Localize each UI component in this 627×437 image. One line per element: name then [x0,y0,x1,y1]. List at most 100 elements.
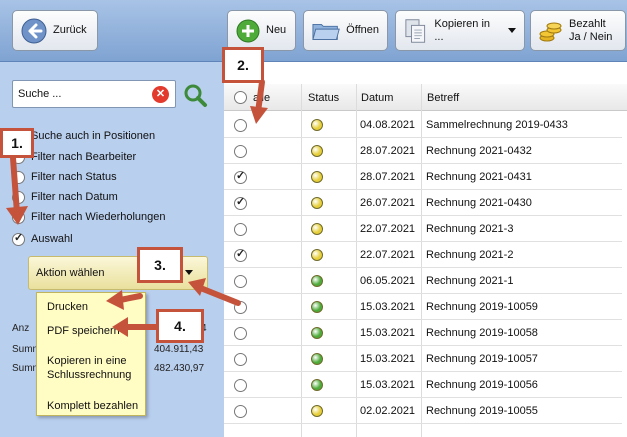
row-subject: Rechnung 2021-0432 [426,145,532,157]
menu-item-copy-final-invoice[interactable]: Kopieren in eine Schlussrechnung [47,354,139,382]
row-checkbox[interactable] [234,169,247,184]
table-row[interactable]: 04.08.2021 Sammelrechnung 2019-0433 [224,112,622,138]
folder-icon [312,23,340,40]
status-indicator [311,119,323,131]
paid-toggle-button[interactable]: Bezahlt Ja / Nein [530,10,626,51]
row-date: 22.07.2021 [360,223,416,235]
row-checkbox[interactable] [234,379,247,392]
row-subject: Rechnung 2021-3 [426,223,514,235]
row-checkbox[interactable] [234,119,247,132]
table-row[interactable]: 15.03.2021 Rechnung 2019-10058 [224,320,622,346]
option-filter-date[interactable]: Filter nach Datum [12,189,118,205]
clear-search-icon[interactable]: ✕ [152,86,169,103]
back-button[interactable]: Zurück [12,10,98,51]
option-checkbox[interactable] [12,190,25,204]
option-label: Filter nach Status [31,171,117,183]
header-select-all[interactable]: alle [253,92,270,104]
row-subject: Rechnung 2019-10055 [426,405,538,417]
coins-icon [539,22,562,41]
row-date: 22.07.2021 [360,249,416,261]
option-filter-status[interactable]: Filter nach Status [12,169,117,185]
option-label: Filter nach Datum [31,191,118,203]
header-subject[interactable]: Betreff [427,92,459,104]
table-row[interactable]: 22.07.2021 Rechnung 2021-2 [224,242,622,268]
table-row[interactable]: 28.07.2021 Rechnung 2021-0432 [224,138,622,164]
row-checkbox[interactable] [234,353,247,366]
option-filter-repeats[interactable]: Filter nach Wiederholungen [12,209,166,225]
option-selection[interactable]: Auswahl [12,231,73,247]
table-row[interactable]: 26.07.2021 Rechnung 2021-0430 [224,190,622,216]
header-status[interactable]: Status [308,92,339,104]
option-label: Filter nach Wiederholungen [31,211,166,223]
menu-item-save-pdf[interactable]: PDF speichern [47,324,120,338]
select-all-checkbox[interactable] [234,91,247,104]
row-checkbox[interactable] [234,247,247,262]
new-button[interactable]: Neu [227,10,296,51]
status-indicator [311,275,323,287]
table-row[interactable]: 02.02.2021 Rechnung 2019-10055 [224,398,622,424]
copy-to-button-label: Kopieren in ... [434,17,491,43]
row-date: 15.03.2021 [360,353,416,365]
status-indicator [311,353,323,365]
chevron-down-icon [185,270,193,275]
status-indicator [311,327,323,339]
row-checkbox[interactable] [234,275,247,288]
header-date[interactable]: Datum [361,92,393,104]
row-subject: Rechnung 2019-10059 [426,301,538,313]
search-input[interactable] [18,82,148,106]
option-checkbox[interactable] [12,231,25,246]
option-checkbox[interactable] [12,210,25,224]
row-checkbox[interactable] [234,223,247,236]
option-label: Filter nach Bearbeiter [31,151,137,163]
annotation-badge-3: 3. [137,247,183,283]
row-date: 28.07.2021 [360,171,416,183]
option-checkbox[interactable] [12,170,25,184]
table-row[interactable]: 15.03.2021 Rechnung 2019-10057 [224,346,622,372]
paid-toggle-label: Bezahlt Ja / Nein [569,17,613,43]
table-row[interactable]: 28.07.2021 Rechnung 2021-0431 [224,164,622,190]
open-button[interactable]: Öffnen [303,10,388,51]
row-date: 04.08.2021 [360,119,416,131]
copy-to-button[interactable]: Kopieren in ... [395,10,525,51]
status-indicator [311,223,323,235]
toolbar: Zurück Neu Öffnen Kopieren in ... Bezahl… [0,0,627,62]
annotation-badge-2: 2. [222,47,264,83]
row-subject: Rechnung 2019-10057 [426,353,538,365]
search-field[interactable]: ✕ [12,80,176,108]
row-checkbox[interactable] [234,405,247,418]
row-date: 26.07.2021 [360,197,416,209]
status-indicator [311,301,323,313]
row-date: 15.03.2021 [360,301,416,313]
option-label: Auswahl [31,233,73,245]
table-row[interactable]: 15.03.2021 Rechnung 2019-10059 [224,294,622,320]
row-checkbox[interactable] [234,145,247,158]
row-checkbox[interactable] [234,195,247,210]
annotation-badge-1: 1. [0,128,34,158]
sum-value: 404.911,43 [154,344,204,355]
row-date: 06.05.2021 [360,275,416,287]
table-header: alle Status Datum Betreff [224,84,627,111]
menu-item-print[interactable]: Drucken [47,300,88,314]
status-indicator [311,197,323,209]
status-indicator [311,249,323,261]
search-icon[interactable] [182,82,208,108]
menu-item-pay-fully[interactable]: Komplett bezahlen [47,399,138,413]
row-subject: Rechnung 2021-2 [426,249,514,261]
status-indicator [311,171,323,183]
open-button-label: Öffnen [346,24,379,36]
copy-document-icon [405,18,426,43]
row-checkbox[interactable] [234,301,247,314]
table-row[interactable]: 15.03.2021 Rechnung 2019-10056 [224,372,622,398]
table-row[interactable]: 22.07.2021 Rechnung 2021-3 [224,216,622,242]
row-date: 15.03.2021 [360,379,416,391]
table-row[interactable]: 06.05.2021 Rechnung 2021-1 [224,268,622,294]
annotation-badge-4: 4. [156,309,204,343]
row-subject: Sammelrechnung 2019-0433 [426,119,568,131]
row-subject: Rechnung 2019-10058 [426,327,538,339]
row-checkbox[interactable] [234,327,247,340]
action-select-value: Aktion wählen [36,267,105,279]
new-button-label: Neu [266,24,287,36]
row-date: 28.07.2021 [360,145,416,157]
arrow-left-icon [21,18,47,43]
sum-value: 482.430,97 [154,363,205,374]
